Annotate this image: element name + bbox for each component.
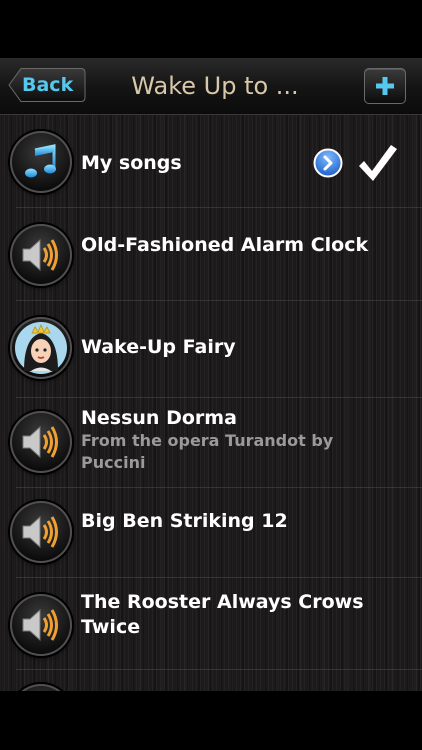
speaker-icon [10,594,72,656]
navigation-bar: Back Wake Up to ... [0,58,422,115]
list-item-title-line2: Twice [81,616,141,638]
chevron-right-icon [313,148,343,178]
list-item[interactable]: Big Ben Striking 12 [0,488,422,578]
list-item-title: The Rooster Always Crows [81,591,364,613]
list-item-title: Nessun Dorma [81,407,237,429]
detail-disclosure-button[interactable] [313,148,343,178]
status-bar [0,0,422,58]
plus-icon [376,77,394,95]
list-item[interactable]: My songs [0,115,422,208]
list-item[interactable] [0,670,422,691]
speaker-icon [10,224,72,286]
list-item-subtitle: From the opera Turandot by Puccini [81,431,334,472]
fairy-avatar-icon [10,317,72,379]
list-item[interactable]: The Rooster Always Crows Twice [0,578,422,670]
bottom-bar [0,691,422,750]
list-item[interactable]: Nessun Dorma From the opera Turandot by … [0,398,422,488]
list-item-title: Old-Fashioned Alarm Clock [81,234,369,256]
checkmark-icon [355,141,399,185]
sound-list: My songs Old-Fashioned Alarm Clock Wake-… [0,115,422,691]
music-note-icon [10,131,72,193]
back-button[interactable]: Back [8,67,86,103]
page-title: Wake Up to ... [131,72,299,100]
list-item-title: My songs [81,152,182,174]
add-button[interactable] [364,68,406,104]
list-item-title: Wake-Up Fairy [81,336,236,358]
speaker-icon [10,684,72,691]
speaker-icon [10,411,72,473]
list-item[interactable]: Old-Fashioned Alarm Clock [0,208,422,301]
speaker-icon [10,501,72,563]
list-item-title: Big Ben Striking 12 [81,510,288,532]
back-label: Back [22,74,74,96]
list-item[interactable]: Wake-Up Fairy [0,301,422,398]
